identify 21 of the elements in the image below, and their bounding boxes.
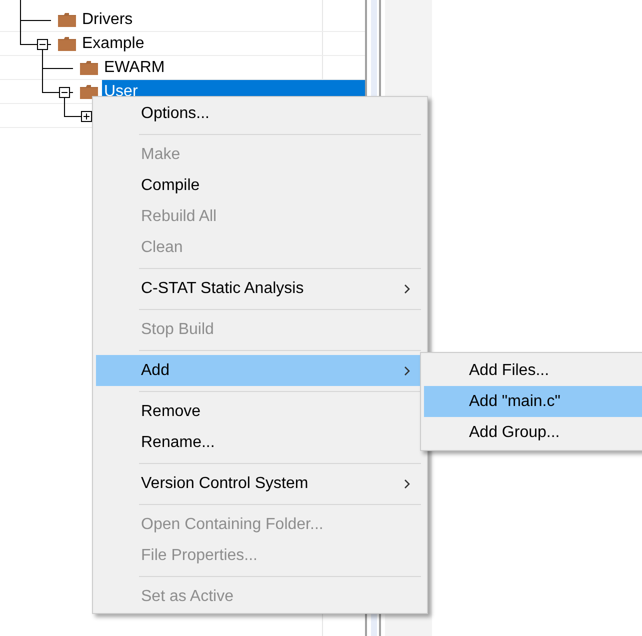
tree-item[interactable]: Example: [80, 32, 365, 56]
tree-item[interactable]: Drivers: [80, 8, 365, 32]
collapse-toggle-icon[interactable]: [59, 87, 70, 98]
expand-toggle-icon[interactable]: [81, 111, 92, 122]
chevron-right-icon: [404, 366, 410, 376]
menu-item[interactable]: C-STAT Static Analysis: [96, 273, 424, 304]
chevron-right-icon: [404, 284, 410, 294]
folder-icon: [80, 84, 98, 98]
chevron-right-icon: [404, 478, 410, 488]
collapse-toggle-icon[interactable]: [37, 39, 48, 50]
menu-item[interactable]: Add Files...: [424, 355, 642, 386]
folder-icon: [80, 60, 98, 74]
folder-icon: [58, 36, 76, 50]
tree-item[interactable]: EWARM: [102, 56, 365, 80]
menu-item[interactable]: Remove: [96, 396, 424, 427]
menu-item[interactable]: Version Control System: [96, 468, 424, 499]
menu-item[interactable]: Rename...: [96, 427, 424, 458]
menu-item[interactable]: Compile: [96, 170, 424, 201]
menu-item[interactable]: Add Group...: [424, 417, 642, 448]
folder-icon: [58, 12, 76, 26]
menu-item[interactable]: Add "main.c": [424, 386, 642, 417]
